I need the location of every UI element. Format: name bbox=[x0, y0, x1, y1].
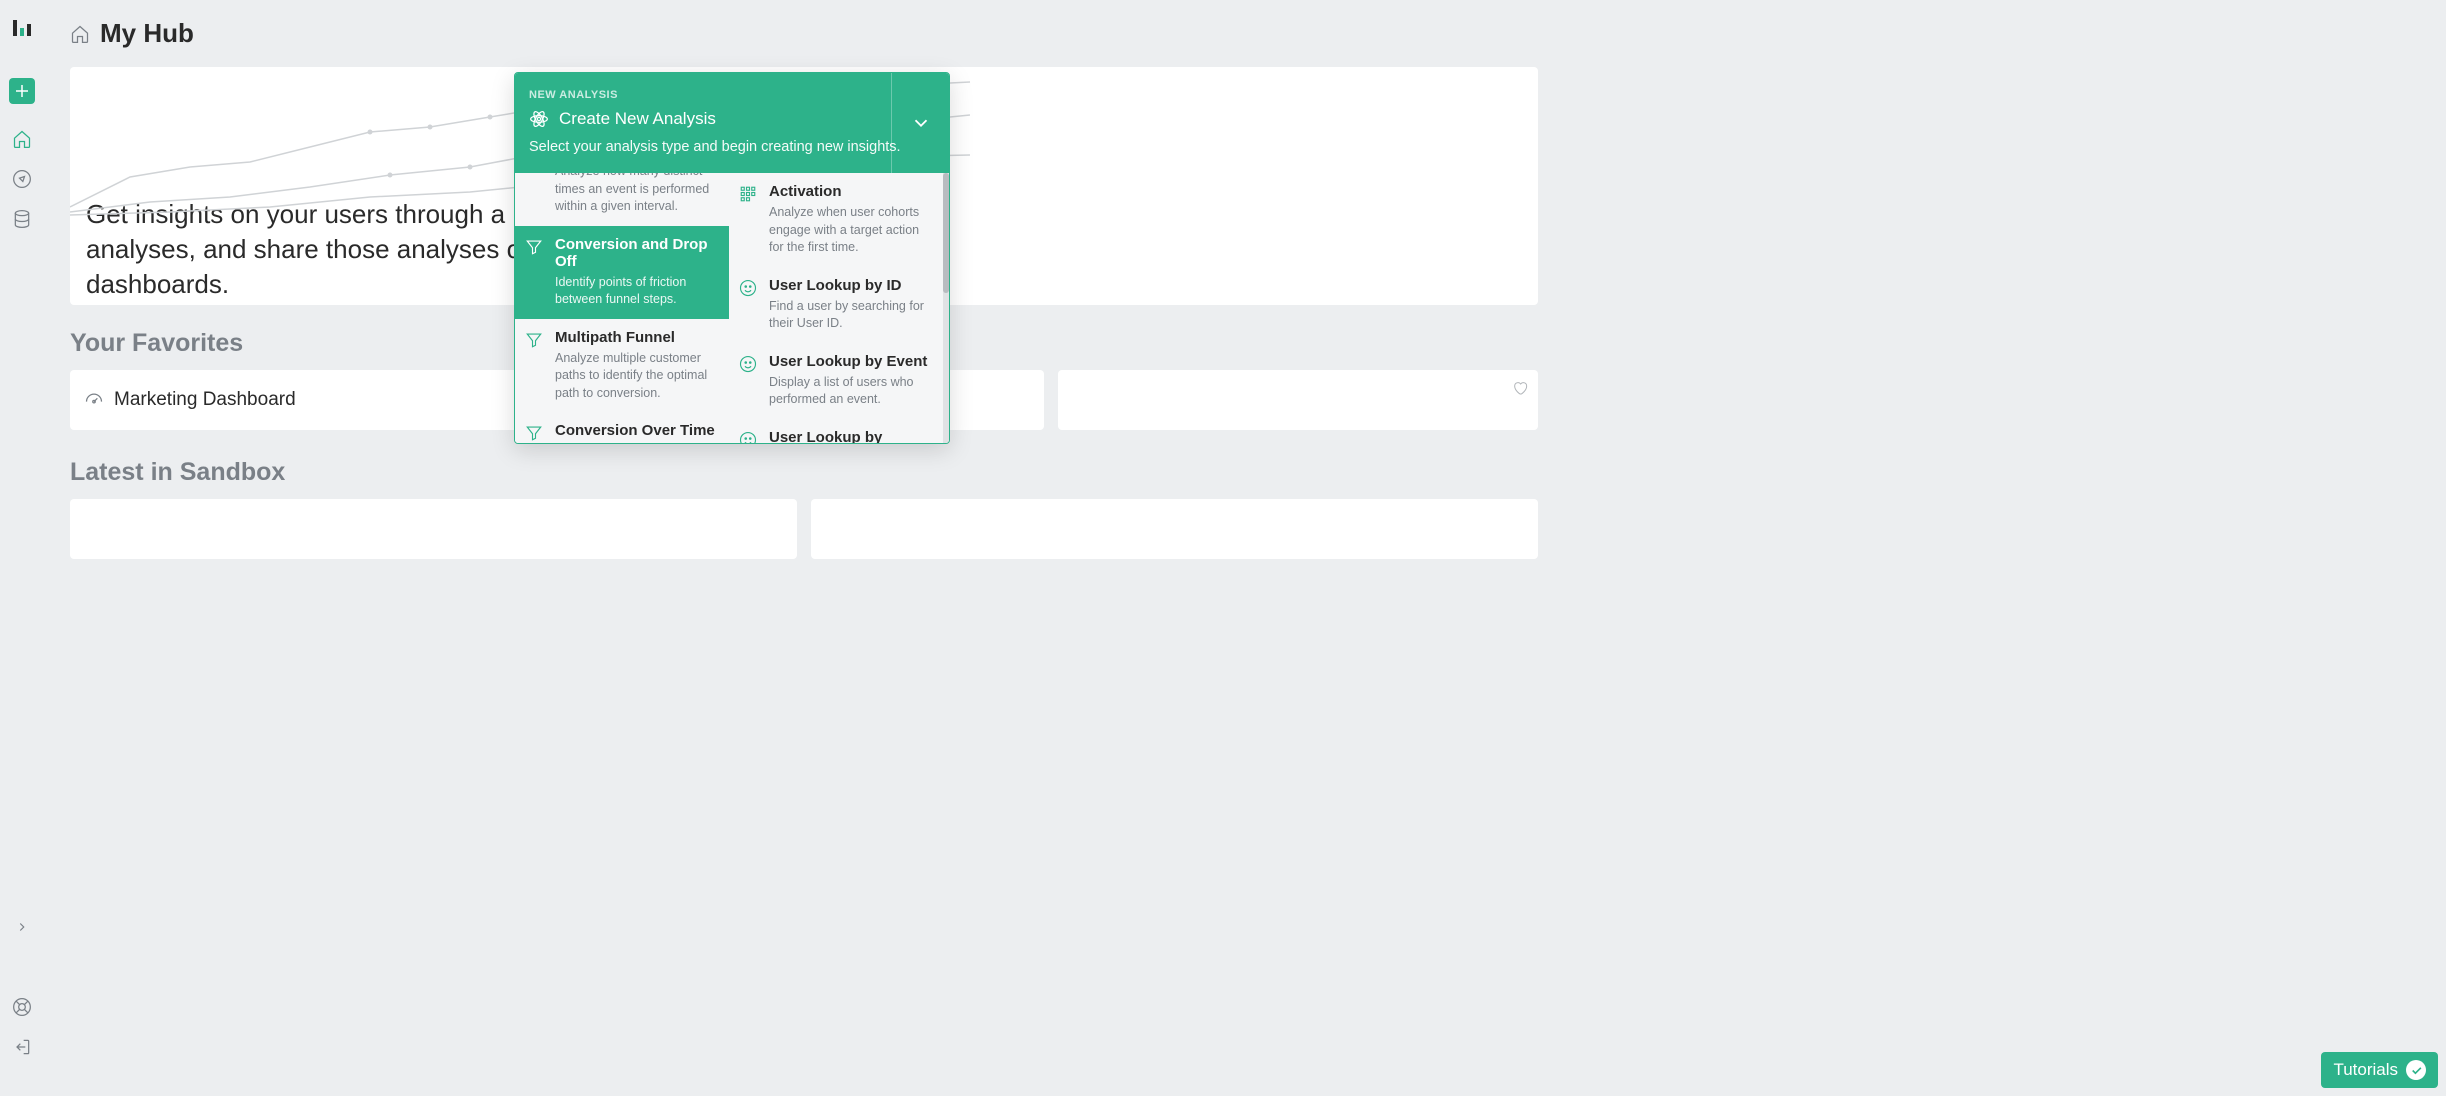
panel-title: Create New Analysis bbox=[559, 109, 716, 129]
compass-icon bbox=[12, 169, 32, 189]
lifebuoy-icon bbox=[12, 997, 32, 1017]
panel-header: NEW ANALYSIS Create New Analysis Select … bbox=[515, 73, 949, 173]
user-icon bbox=[739, 431, 759, 444]
home-icon bbox=[70, 24, 90, 44]
atom-icon bbox=[529, 109, 549, 129]
nav-explore[interactable] bbox=[11, 168, 33, 190]
funnel-icon bbox=[525, 331, 545, 403]
analysis-option[interactable]: Conversion Over TimeTrack key conversion… bbox=[515, 412, 729, 443]
sandbox-card[interactable] bbox=[70, 499, 797, 559]
analysis-item-title: Conversion Over Time bbox=[555, 422, 715, 439]
page-title: My Hub bbox=[100, 18, 194, 49]
analysis-item-desc: Analyze multiple customer paths to ident… bbox=[555, 350, 715, 403]
tutorials-label: Tutorials bbox=[2333, 1060, 2398, 1080]
add-button[interactable] bbox=[9, 78, 35, 104]
analysis-item-desc: Find a user by searching for their User … bbox=[769, 298, 929, 333]
plus-icon bbox=[14, 83, 30, 99]
analysis-item-desc: Analyze how many distinct times an event… bbox=[555, 173, 715, 216]
panel-scrollbar[interactable] bbox=[943, 173, 949, 443]
nav-logout[interactable] bbox=[11, 1036, 33, 1058]
sandbox-heading: Latest in Sandbox bbox=[70, 458, 1538, 487]
scroll-thumb[interactable] bbox=[943, 173, 949, 293]
panel-right-column: Activation Analyze when user cohorts enga… bbox=[729, 173, 943, 443]
analysis-option[interactable]: Analyze how many distinct times an event… bbox=[515, 173, 729, 226]
user-icon bbox=[739, 355, 759, 409]
analysis-item-title: User Lookup by Segment bbox=[769, 429, 929, 444]
analysis-option[interactable]: Multipath Funnel Analyze multiple custome… bbox=[515, 319, 729, 413]
analysis-item-title: User Lookup by Event bbox=[769, 353, 929, 370]
grid-icon bbox=[739, 185, 759, 257]
favorite-card[interactable]: Marketing Dashboard bbox=[70, 370, 550, 430]
nav-help[interactable] bbox=[11, 996, 33, 1018]
panel-body: Analyze how many distinct times an event… bbox=[515, 173, 949, 443]
page-header: My Hub bbox=[70, 18, 1538, 49]
sandbox-card[interactable] bbox=[811, 499, 1538, 559]
analysis-option[interactable]: Conversion and Drop Off Identify points o… bbox=[515, 226, 729, 319]
home-icon bbox=[12, 129, 32, 149]
chevron-right-icon bbox=[15, 920, 29, 934]
logout-icon bbox=[12, 1037, 32, 1057]
analysis-item-desc: Analyze when user cohorts engage with a … bbox=[769, 204, 929, 257]
analysis-option[interactable]: User Lookup by ID Find a user by searchin… bbox=[729, 267, 943, 343]
sidebar bbox=[0, 0, 44, 1096]
analysis-option[interactable]: User Lookup by SegmentDisplay a list of … bbox=[729, 419, 943, 444]
analysis-item-title: Activation bbox=[769, 183, 929, 200]
analysis-option[interactable]: Activation Analyze when user cohorts enga… bbox=[729, 173, 943, 267]
sandbox-row bbox=[70, 499, 1538, 559]
analysis-item-title: Conversion and Drop Off bbox=[555, 236, 715, 270]
funnel-icon bbox=[525, 238, 545, 309]
chevron-down-icon bbox=[910, 112, 932, 134]
check-circle-icon bbox=[2406, 1060, 2426, 1080]
panel-tag: NEW ANALYSIS bbox=[529, 89, 931, 101]
favorite-card[interactable] bbox=[1058, 370, 1538, 430]
nav-data[interactable] bbox=[11, 208, 33, 230]
analysis-item-title: User Lookup by ID bbox=[769, 277, 929, 294]
user-icon bbox=[739, 279, 759, 333]
analysis-item-desc: Display a list of users who performed an… bbox=[769, 374, 929, 409]
tutorials-button[interactable]: Tutorials bbox=[2321, 1052, 2438, 1088]
analysis-option[interactable]: User Lookup by Event Display a list of us… bbox=[729, 343, 943, 419]
funnel-icon bbox=[525, 424, 545, 443]
panel-left-column: Analyze how many distinct times an event… bbox=[515, 173, 729, 443]
app-logo-icon bbox=[12, 18, 32, 38]
dashboard-gauge-icon bbox=[84, 390, 104, 410]
database-icon bbox=[12, 209, 32, 229]
new-analysis-panel: NEW ANALYSIS Create New Analysis Select … bbox=[514, 72, 950, 444]
nav-home[interactable] bbox=[11, 128, 33, 150]
panel-collapse-button[interactable] bbox=[891, 73, 949, 173]
nav-expand[interactable] bbox=[11, 916, 33, 938]
analysis-item-desc: Identify points of friction between funn… bbox=[555, 274, 715, 309]
analysis-item-title: Multipath Funnel bbox=[555, 329, 715, 346]
panel-subtitle: Select your analysis type and begin crea… bbox=[529, 137, 931, 157]
heart-icon[interactable] bbox=[1512, 380, 1528, 396]
favorite-title: Marketing Dashboard bbox=[114, 389, 296, 411]
